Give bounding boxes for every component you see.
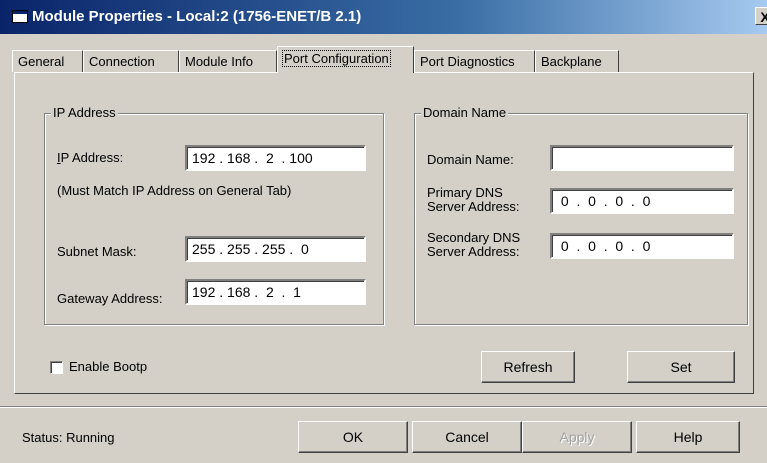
- domain-name-field[interactable]: [550, 145, 734, 171]
- tab-port-configuration-label: Port Configuration: [282, 50, 391, 67]
- ok-button[interactable]: OK: [298, 421, 408, 453]
- primary-dns-label: Primary DNS Server Address:: [427, 186, 520, 214]
- primary-dns-label-line2: Server Address:: [427, 199, 520, 214]
- primary-dns-field[interactable]: 0 . 0 . 0 . 0: [550, 188, 734, 214]
- window-icon: [12, 10, 28, 23]
- gateway-address-label: Gateway Address:: [57, 291, 163, 306]
- secondary-dns-label-line1: Secondary DNS: [427, 230, 521, 245]
- tab-port-configuration[interactable]: Port Configuration: [277, 46, 414, 73]
- title-bar[interactable]: Module Properties - Local:2 (1756-ENET/B…: [0, 0, 767, 34]
- subnet-mask-field[interactable]: 255 . 255 . 255 . 0: [185, 236, 366, 262]
- ip-address-group-title: IP Address: [51, 105, 118, 120]
- tab-connection[interactable]: Connection: [83, 50, 179, 72]
- domain-name-label: Domain Name:: [427, 152, 514, 167]
- secondary-dns-label: Secondary DNS Server Address:: [427, 231, 520, 259]
- tab-backplane-label: Backplane: [541, 54, 602, 69]
- apply-button[interactable]: Apply: [522, 421, 632, 453]
- tab-module-info-label: Module Info: [185, 54, 253, 69]
- primary-dns-label-line1: Primary DNS: [427, 185, 503, 200]
- status-text: Status: Running: [22, 430, 115, 445]
- ip-address-label-text: P Address:: [60, 150, 124, 165]
- tab-connection-label: Connection: [89, 54, 155, 69]
- tab-general[interactable]: General: [12, 50, 83, 72]
- secondary-dns-label-line2: Server Address:: [427, 244, 520, 259]
- window-title: Module Properties - Local:2 (1756-ENET/B…: [32, 8, 362, 25]
- tab-backplane[interactable]: Backplane: [535, 50, 619, 72]
- domain-name-group-title: Domain Name: [421, 105, 509, 120]
- enable-bootp-label[interactable]: Enable Bootp: [69, 359, 147, 374]
- tab-general-label: General: [18, 54, 65, 69]
- refresh-button[interactable]: Refresh: [481, 351, 575, 383]
- cancel-button[interactable]: Cancel: [412, 421, 522, 453]
- ip-address-label: IP Address:: [57, 150, 124, 165]
- enable-bootp-checkbox[interactable]: [50, 361, 63, 374]
- secondary-dns-field[interactable]: 0 . 0 . 0 . 0: [550, 233, 734, 259]
- ip-match-note: (Must Match IP Address on General Tab): [57, 183, 292, 198]
- ip-address-field[interactable]: 192 . 168 . 2 . 100: [185, 145, 366, 171]
- tab-module-info[interactable]: Module Info: [179, 50, 277, 72]
- help-button[interactable]: Help: [636, 421, 740, 453]
- close-button[interactable]: X: [755, 7, 767, 25]
- tab-port-diagnostics-label: Port Diagnostics: [420, 54, 515, 69]
- status-separator: [0, 406, 767, 408]
- tab-port-diagnostics[interactable]: Port Diagnostics: [414, 50, 535, 72]
- set-button[interactable]: Set: [627, 351, 735, 383]
- gateway-address-field[interactable]: 192 . 168 . 2 . 1: [185, 279, 366, 305]
- subnet-mask-label: Subnet Mask:: [57, 244, 137, 259]
- module-properties-dialog: Module Properties - Local:2 (1756-ENET/B…: [0, 0, 767, 463]
